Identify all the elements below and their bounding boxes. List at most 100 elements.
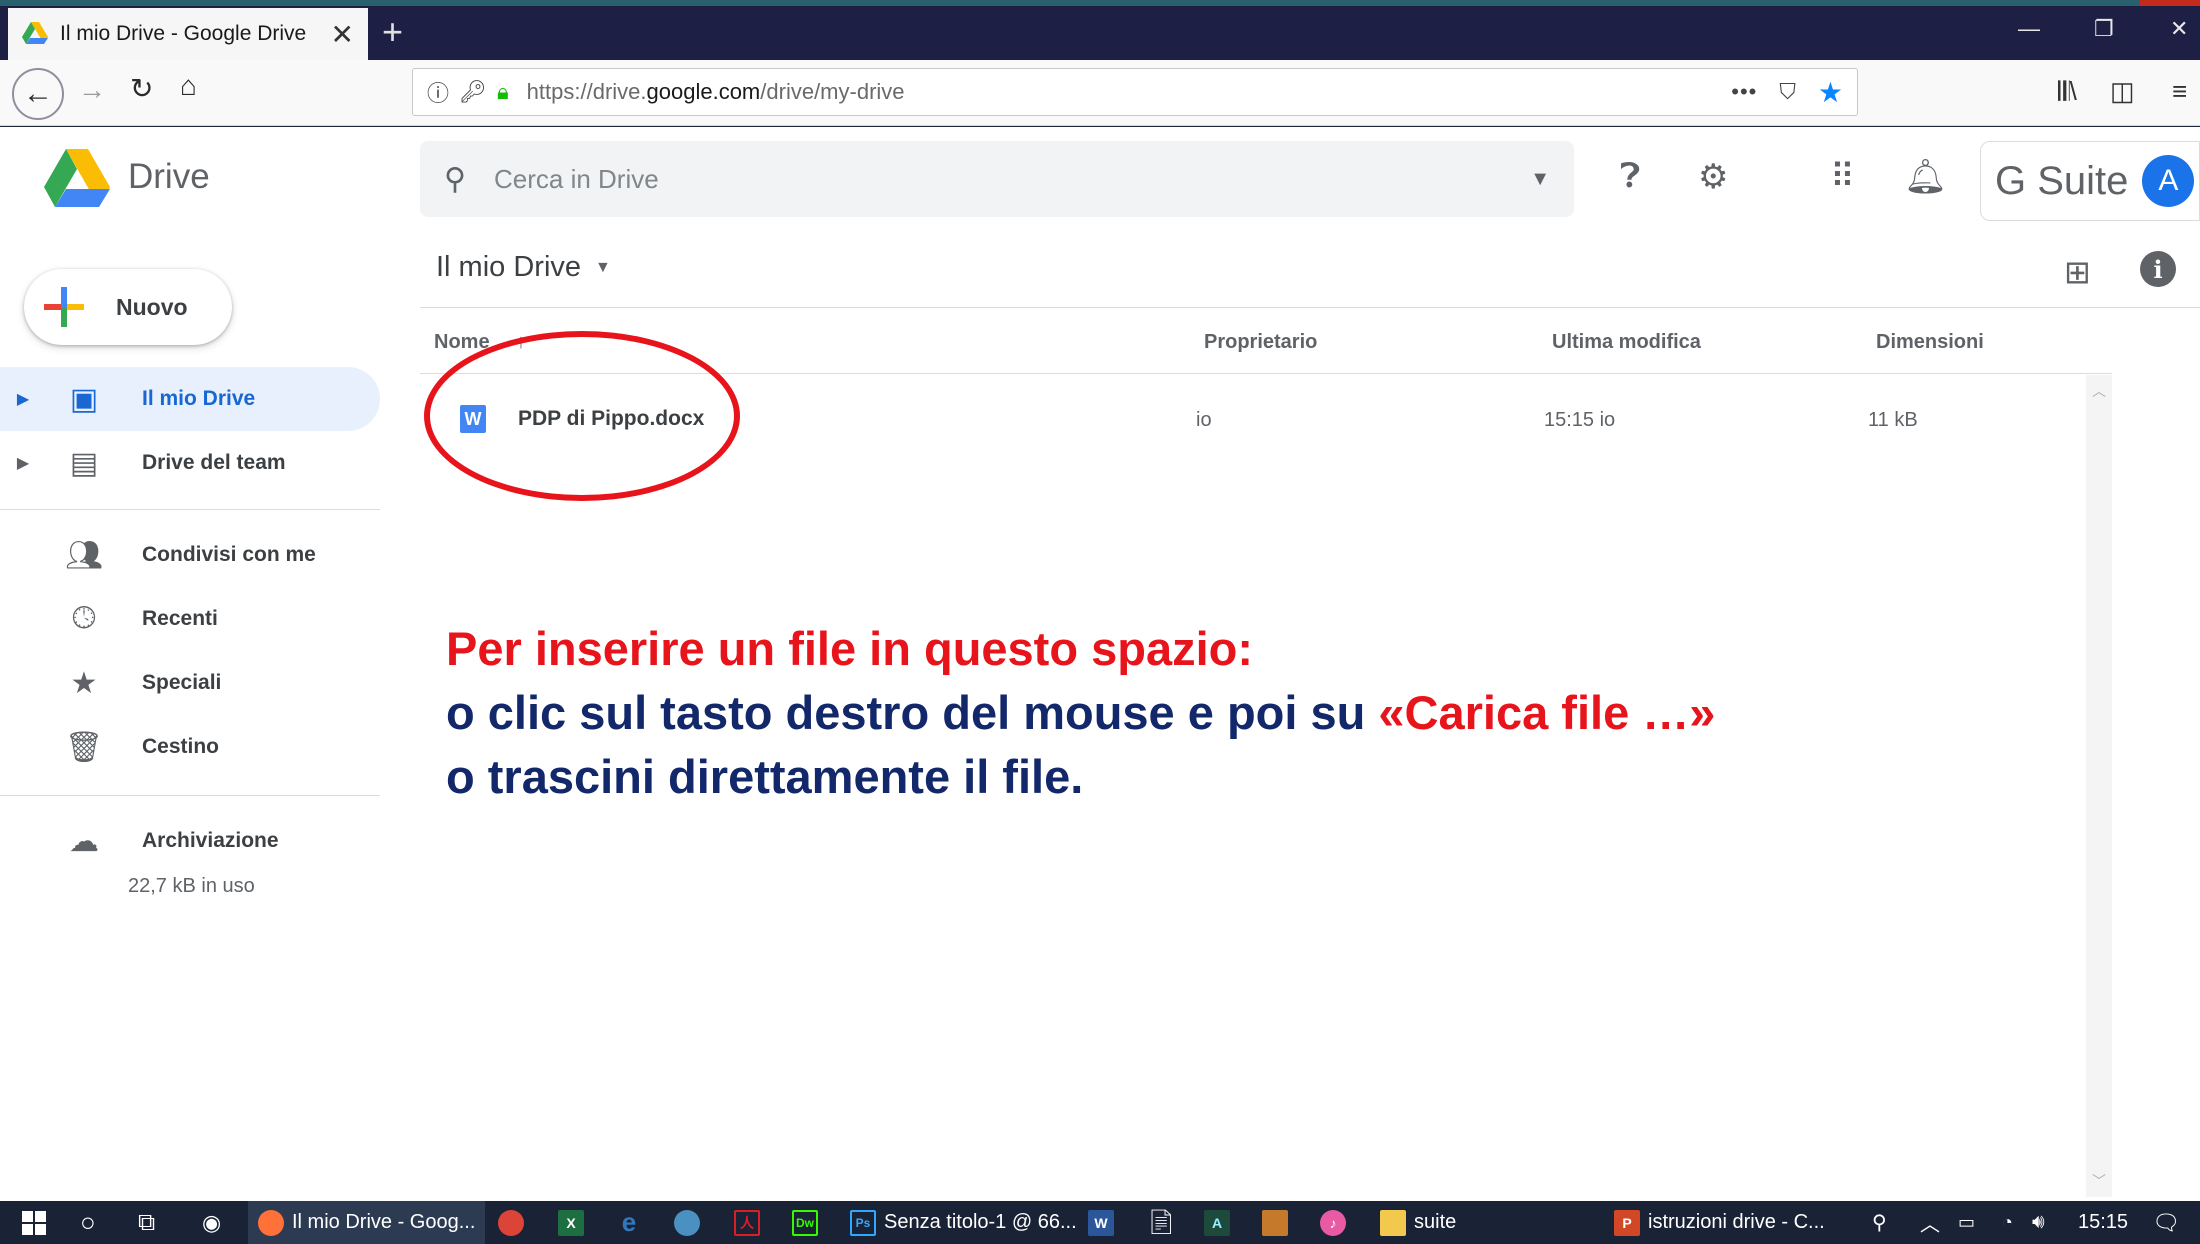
gsuite-logo: G Suite xyxy=(1995,158,2129,203)
search-input[interactable]: Cerca in Drive xyxy=(494,164,1530,195)
dreamweaver-icon[interactable]: Dw xyxy=(792,1201,826,1244)
sidebar-item-label: Archiviazione xyxy=(142,829,279,852)
sidebar-item-storage[interactable]: ☁︎ Archiviazione xyxy=(0,809,380,873)
task-view-icon[interactable]: ⧉ xyxy=(138,1201,155,1244)
search-options-icon[interactable]: ▼ xyxy=(1530,168,1550,191)
app-icon[interactable]: ◉ xyxy=(202,1201,221,1244)
account-area[interactable]: G Suite A xyxy=(1980,141,2200,221)
wifi-icon[interactable]: ◔ xyxy=(2002,1201,2013,1244)
new-button[interactable]: Nuovo xyxy=(24,269,232,345)
sidebar-item-label: Il mio Drive xyxy=(142,387,256,410)
sidebar-divider xyxy=(0,509,380,510)
chevron-down-icon[interactable]: ▼ xyxy=(595,259,611,276)
address-bar[interactable]: ⓘ 🔑︎ 🔒︎ https://drive.google.com/drive/m… xyxy=(412,68,1858,116)
apps-grid-icon[interactable]: ⠿ xyxy=(1830,157,1855,197)
back-button[interactable]: ← xyxy=(12,68,64,120)
sidebar-item-starred[interactable]: ★ Speciali xyxy=(0,651,380,715)
drive-page: Drive ⚲ Cerca in Drive ▼ ❓︎ ⚙ ⠿ 🔔︎ G Sui… xyxy=(0,127,2200,1201)
browser-tab-bar: Il mio Drive - Google Drive ✕ + — ❐ ✕ xyxy=(0,0,2200,60)
taskbar-clock[interactable]: 15:15 xyxy=(2078,1201,2128,1244)
sidebar-item-trash[interactable]: 🗑︎ Cestino xyxy=(0,715,380,779)
expand-arrow-icon[interactable]: ▶ xyxy=(0,453,34,473)
volume-icon[interactable]: 🔊︎ xyxy=(2032,1201,2045,1244)
url-text[interactable]: https://drive.google.com/drive/my-drive xyxy=(527,79,1732,105)
settings-gear-icon[interactable]: ⚙ xyxy=(1698,157,1728,197)
tray-chevron-up-icon[interactable]: ︿ xyxy=(1920,1201,1940,1244)
library-icon[interactable]: 𝄃𝄃\ xyxy=(2058,76,2077,108)
avatar[interactable]: A xyxy=(2142,155,2195,207)
search-icon[interactable]: ⚲ xyxy=(444,162,466,197)
grid-view-icon[interactable]: ⊞ xyxy=(2064,253,2091,291)
sidebar-item-shared[interactable]: 👥︎ Condivisi con me xyxy=(0,523,380,587)
sidebar-item-recent[interactable]: 🕓︎ Recenti xyxy=(0,587,380,651)
scrollbar[interactable]: ︿ ﹀ xyxy=(2086,375,2112,1197)
taskbar-item-photoshop[interactable]: Ps Senza titolo-1 @ 66... xyxy=(850,1201,1077,1244)
app-figure-icon[interactable] xyxy=(1262,1201,1296,1244)
minimize-icon[interactable]: — xyxy=(2018,16,2040,42)
tab-title: Il mio Drive - Google Drive xyxy=(60,22,307,45)
info-icon[interactable]: ⓘ xyxy=(427,76,449,108)
breadcrumb[interactable]: Il mio Drive ▼ xyxy=(436,251,611,284)
expand-arrow-icon[interactable]: ▶ xyxy=(0,389,34,409)
menu-icon[interactable]: ≡ xyxy=(2172,76,2187,107)
people-tray-icon[interactable]: ⚲ xyxy=(1872,1201,1887,1244)
column-header-owner[interactable]: Proprietario xyxy=(1204,331,1317,354)
new-button-label: Nuovo xyxy=(116,293,188,320)
search-circle-icon[interactable]: ○ xyxy=(80,1201,96,1244)
bookmark-star-icon[interactable]: ★ xyxy=(1818,76,1843,109)
excel-icon[interactable]: X xyxy=(558,1201,592,1244)
restore-icon[interactable]: ❐ xyxy=(2094,16,2114,42)
close-accent xyxy=(2140,0,2200,6)
tab-close-icon[interactable]: ✕ xyxy=(331,18,354,51)
search-bar[interactable]: ⚲ Cerca in Drive ▼ xyxy=(420,141,1574,217)
app-a-icon[interactable]: A xyxy=(1204,1201,1238,1244)
star-icon: ★ xyxy=(70,666,98,700)
home-button[interactable]: ⌂ xyxy=(180,70,197,102)
reload-button[interactable]: ↻ xyxy=(130,72,153,105)
sidebar-item-label: Cestino xyxy=(142,735,220,758)
battery-icon[interactable]: ▭ xyxy=(1958,1201,1975,1244)
column-header-modified[interactable]: Ultima modifica xyxy=(1552,331,1701,354)
help-icon[interactable]: ❓︎ xyxy=(1620,157,1640,196)
acrobat-icon[interactable]: 人 xyxy=(734,1201,768,1244)
word-icon[interactable]: W xyxy=(1088,1201,1122,1244)
scroll-up-icon[interactable]: ︿ xyxy=(2092,381,2106,401)
highlight-circle xyxy=(424,331,740,501)
details-info-icon[interactable]: i xyxy=(2140,251,2176,287)
chrome-icon[interactable] xyxy=(498,1201,532,1244)
sidebar-item-label: Condivisi con me xyxy=(142,543,316,566)
taskbar-item-powerpoint[interactable]: P istruzioni drive - C... xyxy=(1614,1201,1825,1244)
page-actions-menu-icon[interactable]: ••• xyxy=(1731,79,1757,105)
browser-tab[interactable]: Il mio Drive - Google Drive ✕ xyxy=(8,8,368,60)
globe-icon[interactable] xyxy=(674,1201,708,1244)
pocket-icon[interactable]: ⛉ xyxy=(1779,79,1796,105)
edge-icon[interactable]: e xyxy=(616,1201,650,1244)
action-center-icon[interactable]: 🗨︎ xyxy=(2152,1201,2180,1244)
scroll-down-icon[interactable]: ﹀ xyxy=(2092,1171,2106,1191)
my-drive-icon: ▣ xyxy=(69,382,99,416)
sidebar-item-label: Recenti xyxy=(142,607,218,630)
key-icon[interactable]: 🔑︎ xyxy=(459,79,487,105)
taskbar-item-firefox[interactable]: Il mio Drive - Goog... xyxy=(248,1201,486,1244)
sidebar-item-label: Drive del team xyxy=(142,451,286,474)
clock-icon: 🕓︎ xyxy=(72,602,96,635)
back-arrow-icon: ← xyxy=(23,77,53,110)
sidebar-item-my-drive[interactable]: ▶ ▣ Il mio Drive xyxy=(0,367,380,431)
notifications-bell-icon[interactable]: 🔔︎ xyxy=(1904,157,1947,197)
new-tab-button[interactable]: + xyxy=(382,14,403,50)
taskbar-item-folder[interactable]: suite xyxy=(1380,1201,1456,1244)
column-header-size[interactable]: Dimensioni xyxy=(1876,331,1984,354)
powerpoint-icon: P xyxy=(1614,1209,1640,1236)
close-window-icon[interactable]: ✕ xyxy=(2170,16,2188,42)
file-modified: 15:15 io xyxy=(1544,409,1616,431)
document-icon[interactable]: 📄︎ xyxy=(1146,1201,1176,1244)
lock-icon[interactable]: 🔒︎ xyxy=(497,79,509,105)
itunes-icon[interactable]: ♪ xyxy=(1320,1201,1354,1244)
instruction-line-1: Per inserire un file in questo spazio: xyxy=(446,622,1254,675)
storage-usage-text: 22,7 kB in uso xyxy=(128,875,255,897)
sidebar-toggle-icon[interactable]: ◫ xyxy=(2110,76,2135,107)
start-button[interactable] xyxy=(22,1201,46,1244)
sidebar-item-team-drive[interactable]: ▶ ▤ Drive del team xyxy=(0,431,380,495)
forward-button[interactable]: → xyxy=(78,74,106,106)
instruction-line-2: o clic sul tasto destro del mouse e poi … xyxy=(446,686,1716,739)
